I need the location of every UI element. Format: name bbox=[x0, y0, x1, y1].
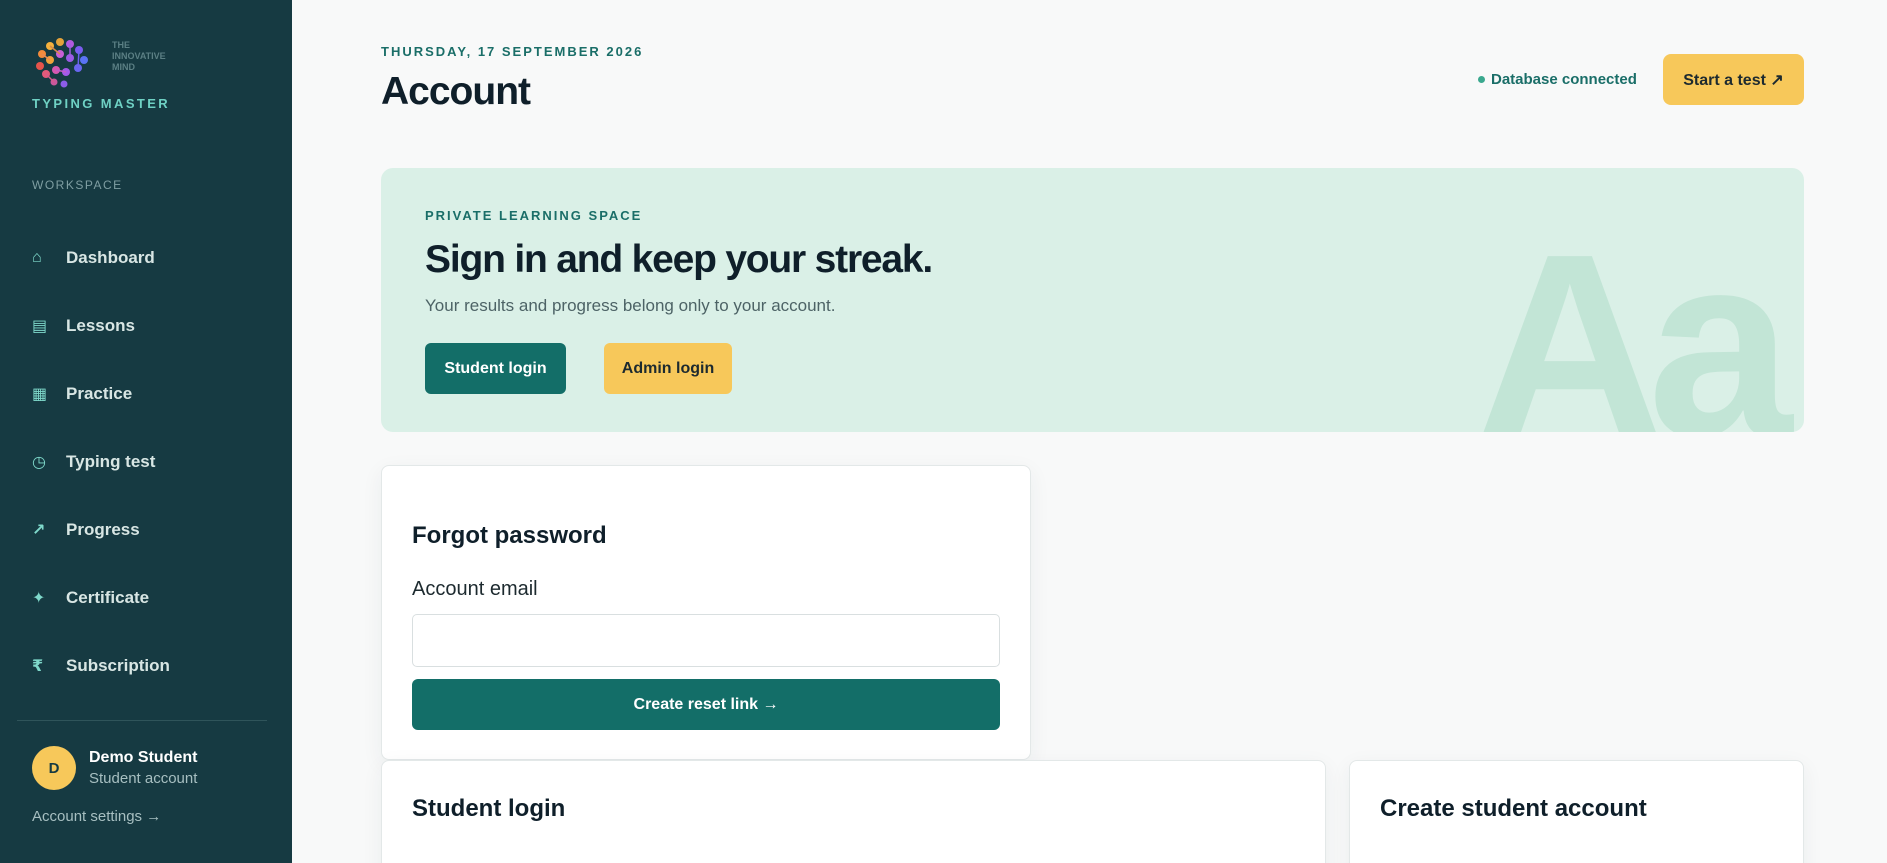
user-profile[interactable]: D Demo Student Student account bbox=[32, 746, 197, 790]
workspace-label: WORKSPACE bbox=[32, 178, 123, 192]
sidebar-item-label: Typing test bbox=[66, 452, 156, 471]
user-info: Demo Student Student account bbox=[89, 749, 197, 787]
hero-subtitle: Your results and progress belong only to… bbox=[425, 296, 836, 315]
brand[interactable]: THE INNOVATIVE MIND TYPING MASTER bbox=[32, 36, 170, 111]
current-date: THURSDAY, 17 SEPTEMBER 2026 bbox=[381, 44, 644, 59]
sidebar-item-label: Subscription bbox=[66, 656, 170, 675]
create-reset-link-button[interactable]: Create reset link → bbox=[412, 679, 1000, 730]
status-dot-icon bbox=[1478, 76, 1485, 83]
timer-icon: ◷ bbox=[32, 454, 46, 471]
sidebar-nav: ⌂ Dashboard ▤ Lessons ▦ Practice ◷ Typin… bbox=[32, 224, 272, 700]
start-test-button[interactable]: Start a test ↗ bbox=[1663, 54, 1804, 105]
hero-art-text: Aa bbox=[1476, 201, 1792, 432]
sidebar-item-progress[interactable]: ↗ Progress bbox=[32, 496, 272, 564]
hero-kicker: PRIVATE LEARNING SPACE bbox=[425, 208, 643, 223]
sidebar-item-practice[interactable]: ▦ Practice bbox=[32, 360, 272, 428]
sidebar-item-subscription[interactable]: ₹ Subscription bbox=[32, 632, 272, 700]
hero-title: Sign in and keep your streak. bbox=[425, 238, 933, 281]
sidebar-item-label: Practice bbox=[66, 384, 133, 403]
page-title: Account bbox=[381, 70, 531, 113]
student-login-title: Student login bbox=[412, 795, 566, 822]
sidebar-item-lessons[interactable]: ▤ Lessons bbox=[32, 292, 272, 360]
sidebar-item-dashboard[interactable]: ⌂ Dashboard bbox=[32, 224, 272, 292]
admin-login-button[interactable]: Admin login bbox=[604, 343, 732, 394]
create-account-card: Create student account bbox=[1349, 760, 1804, 863]
arrow-up-right-icon: ↗ bbox=[32, 522, 46, 539]
forgot-password-title: Forgot password bbox=[412, 522, 607, 549]
sidebar-item-typing-test[interactable]: ◷ Typing test bbox=[32, 428, 272, 496]
user-name: Demo Student bbox=[89, 749, 198, 766]
brand-name: TYPING MASTER bbox=[32, 96, 171, 111]
rupee-icon: ₹ bbox=[32, 658, 44, 675]
student-login-button[interactable]: Student login bbox=[425, 343, 566, 394]
brand-tagline: THE INNOVATIVE MIND bbox=[112, 40, 166, 72]
list-icon: ▤ bbox=[32, 318, 48, 335]
user-role: Student account bbox=[89, 770, 198, 787]
sidebar-item-certificate[interactable]: ✦ Certificate bbox=[32, 564, 272, 632]
sidebar-item-label: Certificate bbox=[66, 588, 150, 607]
brain-logo-graphic bbox=[36, 38, 88, 88]
sidebar: THE INNOVATIVE MIND TYPING MASTER WORKSP… bbox=[0, 0, 292, 863]
brain-logo-icon: THE INNOVATIVE MIND bbox=[32, 36, 166, 90]
forgot-password-card: Forgot password Account email Create res… bbox=[381, 465, 1031, 760]
sparkle-icon: ✦ bbox=[32, 590, 46, 607]
avatar: D bbox=[32, 746, 76, 790]
create-account-title: Create student account bbox=[1380, 795, 1647, 822]
keyboard-icon: ▦ bbox=[32, 386, 48, 403]
home-icon: ⌂ bbox=[32, 249, 42, 266]
sidebar-item-label: Progress bbox=[66, 520, 140, 539]
sidebar-item-label: Dashboard bbox=[66, 248, 155, 267]
db-status: Database connected bbox=[1478, 71, 1637, 88]
db-status-text: Database connected bbox=[1491, 71, 1637, 88]
account-settings-link[interactable]: Account settings → bbox=[32, 808, 161, 825]
hero-banner: Aa PRIVATE LEARNING SPACE Sign in and ke… bbox=[381, 168, 1804, 432]
sidebar-item-label: Lessons bbox=[66, 316, 135, 335]
account-email-label: Account email bbox=[412, 578, 538, 600]
account-email-input[interactable] bbox=[412, 614, 1000, 667]
sidebar-divider bbox=[17, 720, 267, 721]
student-login-card: Student login bbox=[381, 760, 1326, 863]
